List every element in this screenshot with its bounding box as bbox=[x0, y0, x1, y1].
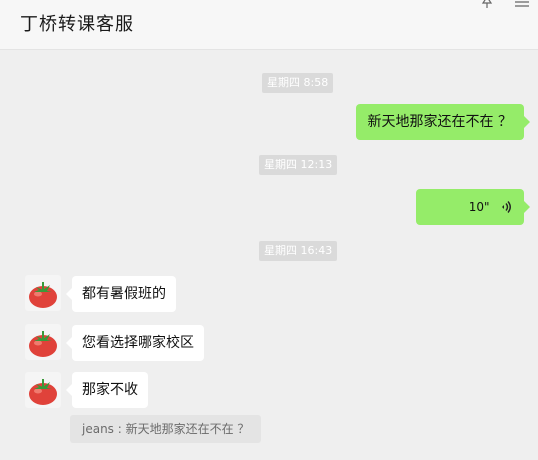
tomato-avatar[interactable] bbox=[25, 275, 61, 311]
incoming-message[interactable]: 您看选择哪家校区 bbox=[66, 325, 204, 361]
pin-icon[interactable] bbox=[480, 0, 494, 8]
voice-wave-icon bbox=[500, 189, 512, 225]
incoming-message[interactable]: 那家不收 bbox=[66, 372, 148, 408]
outgoing-voice-message[interactable]: 10" bbox=[416, 189, 530, 225]
tomato-avatar[interactable] bbox=[25, 324, 61, 360]
chat-header: 丁桥转课客服 bbox=[0, 0, 538, 50]
timestamp: 星期四 12:13 bbox=[259, 155, 338, 175]
chat-title: 丁桥转课客服 bbox=[20, 14, 134, 35]
more-icon[interactable] bbox=[514, 0, 530, 8]
quoted-reply[interactable]: jeans : 新天地那家还在不在 ？ bbox=[70, 415, 262, 443]
incoming-message[interactable]: 都有暑假班的 bbox=[66, 276, 176, 312]
voice-duration: 10" bbox=[468, 200, 490, 214]
outgoing-message[interactable]: 新天地那家还在不在 ？ bbox=[355, 104, 531, 140]
timestamp: 星期四 16:43 bbox=[259, 241, 338, 261]
tomato-avatar[interactable] bbox=[25, 372, 61, 408]
timestamp: 星期四 8:58 bbox=[262, 73, 334, 93]
